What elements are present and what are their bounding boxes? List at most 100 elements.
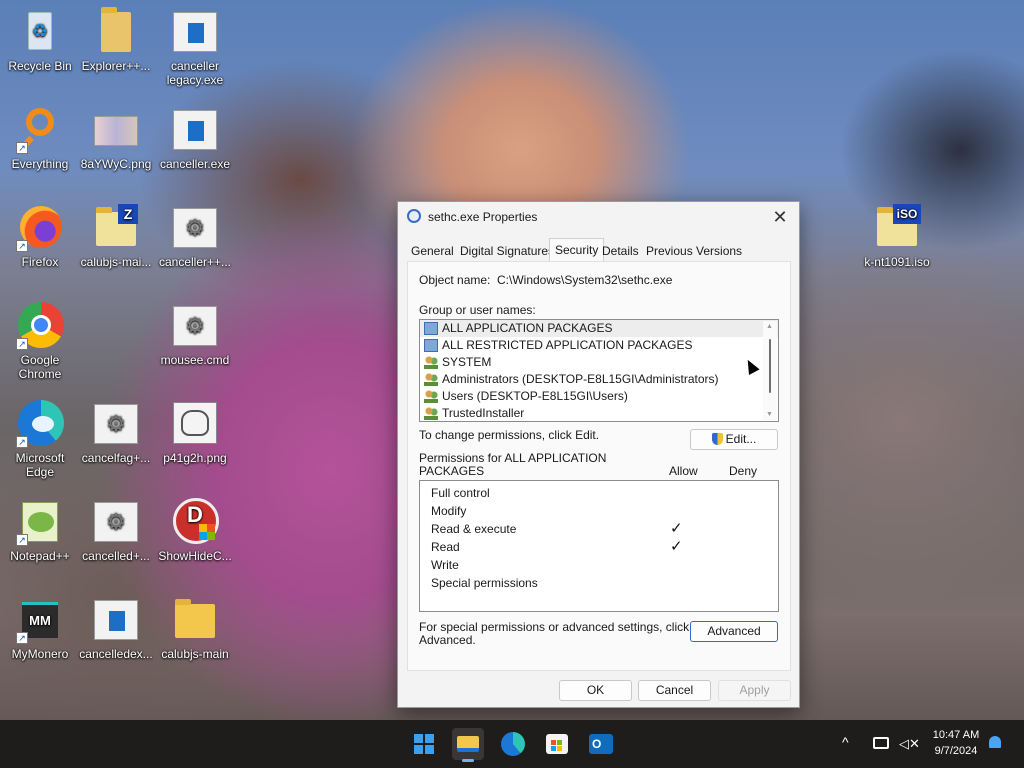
everything-search-icon: ↗ — [16, 106, 64, 154]
desktop-icon-label: Notepad++ — [10, 549, 70, 563]
desktop-icon-mymonero[interactable]: MM ↗ MyMonero — [0, 596, 80, 661]
uac-shield-icon — [711, 433, 723, 445]
volume-muted-icon[interactable]: ◁✕ — [899, 736, 920, 752]
app-icon — [407, 209, 421, 223]
close-button[interactable]: ✕ — [769, 206, 791, 228]
list-item[interactable]: ALL RESTRICTED APPLICATION PACKAGES — [420, 337, 778, 354]
deny-column-header: Deny — [729, 464, 758, 478]
dialog-title: sethc.exe Properties — [428, 210, 538, 224]
zip-folder-icon: Z — [92, 204, 140, 252]
tab-digital-signatures[interactable]: Digital Signatures — [455, 240, 559, 262]
advanced-hint-cont: Advanced. — [419, 633, 476, 647]
desktop-icon-label: p41g2h.png — [163, 451, 227, 465]
show-hidden-icons-chevron[interactable]: ^ — [842, 734, 849, 750]
desktop-icon-label: cancelledex... — [79, 647, 153, 661]
recycle-bin-icon: ♻ — [16, 8, 64, 56]
notification-bell-icon[interactable] — [989, 736, 1001, 748]
list-item[interactable]: SYSTEM — [420, 354, 778, 371]
desktop-icon-calubjs-zip[interactable]: Z calubjs-mai... — [76, 204, 156, 269]
scroll-up-icon[interactable]: ▲ — [766, 323, 773, 330]
edge-icon — [501, 732, 525, 756]
taskbar-file-explorer[interactable] — [452, 728, 484, 762]
security-panel: Object name: C:\Windows\System32\sethc.e… — [407, 261, 791, 671]
shortcut-arrow-icon: ↗ — [16, 534, 28, 546]
mymonero-icon: MM ↗ — [16, 596, 64, 644]
tab-general[interactable]: General — [406, 240, 459, 262]
advanced-hint: For special permissions or advanced sett… — [419, 620, 690, 634]
scroll-down-icon[interactable]: ▼ — [766, 411, 773, 418]
apply-button[interactable]: Apply — [718, 680, 791, 701]
file-explorer-icon — [457, 736, 479, 752]
chrome-icon: ↗ — [16, 302, 64, 350]
desktop-icon-cancelled[interactable]: ⚙ cancelled+... — [76, 498, 156, 563]
firefox-icon: ↗ — [16, 204, 64, 252]
desktop-icon-mousee-cmd[interactable]: ⚙ mousee.cmd — [155, 302, 235, 367]
desktop-icon-label: k-nt1091.iso — [864, 255, 930, 269]
network-icon[interactable] — [873, 737, 889, 749]
desktop-icon-firefox[interactable]: ↗ Firefox — [0, 204, 80, 269]
gear-file-icon: ⚙ — [92, 400, 140, 448]
shortcut-arrow-icon: ↗ — [16, 338, 28, 350]
permission-row: Read & execute ✓ — [431, 520, 683, 537]
list-item[interactable]: ALL APPLICATION PACKAGES — [420, 320, 778, 337]
permissions-header-cont: PACKAGES — [419, 464, 485, 478]
iso-file-icon: iSO — [873, 204, 921, 252]
desktop-icon-explorerpp[interactable]: Explorer++... — [76, 7, 156, 73]
desktop-icon-showhidec[interactable]: D ShowHideC... — [155, 498, 235, 563]
image-file-icon — [171, 400, 219, 448]
desktop-icon-label: mousee.cmd — [160, 353, 230, 367]
group-user-list[interactable]: ALL APPLICATION PACKAGES ALL RESTRICTED … — [419, 319, 779, 422]
desktop-icon-p41g2h[interactable]: p41g2h.png — [155, 400, 235, 465]
desktop-icon-label: cancelled+... — [82, 549, 150, 563]
tab-previous-versions[interactable]: Previous Versions — [641, 240, 747, 262]
permission-row: Modify — [431, 504, 467, 518]
desktop-icon-label: canceller legacy.exe — [166, 59, 224, 87]
list-item[interactable]: Users (DESKTOP-E8L15GI\Users) — [420, 388, 778, 405]
desktop-icon-cancellerpp[interactable]: ⚙ canceller++... — [155, 204, 235, 269]
desktop-icon-label: calubjs-mai... — [80, 255, 152, 269]
ok-button[interactable]: OK — [559, 680, 632, 701]
desktop-icon-8aywyc[interactable]: 8aYWyC.png — [76, 106, 156, 171]
desktop-icon-canceller[interactable]: canceller.exe — [155, 106, 235, 171]
taskbar-store[interactable] — [541, 728, 573, 760]
permissions-list: Full control Modify Read & execute ✓ Read… — [419, 480, 779, 612]
desktop-icon-k-nt1091-iso[interactable]: iSO k-nt1091.iso — [857, 204, 937, 269]
gear-file-icon: ⚙ — [171, 302, 219, 350]
cancel-button[interactable]: Cancel — [638, 680, 711, 701]
list-item[interactable]: Administrators (DESKTOP-E8L15GI\Administ… — [420, 371, 778, 388]
exe-file-icon — [92, 596, 140, 644]
desktop-icon-cancelledex[interactable]: cancelledex... — [76, 596, 156, 661]
list-scrollbar[interactable]: ▲ ▼ — [763, 321, 777, 420]
tab-details[interactable]: Details — [597, 240, 644, 262]
exe-file-icon — [171, 8, 219, 56]
advanced-button[interactable]: Advanced — [690, 621, 778, 642]
taskbar-edge[interactable] — [497, 728, 529, 760]
desktop-icon-chrome[interactable]: ↗ Google Chrome — [0, 302, 80, 381]
object-name-label: Object name: — [419, 273, 491, 287]
showhide-icon: D — [171, 498, 219, 546]
clock-time[interactable]: 10:47 AM — [925, 729, 987, 741]
dialog-title-bar[interactable]: sethc.exe Properties ✕ — [398, 202, 799, 232]
image-file-icon — [92, 106, 140, 154]
desktop-icon-label: Recycle Bin — [8, 59, 72, 73]
desktop-icon-cancelfag[interactable]: ⚙ cancelfag+... — [76, 400, 156, 465]
scroll-thumb[interactable] — [769, 339, 771, 393]
gear-file-icon: ⚙ — [171, 204, 219, 252]
start-button[interactable] — [408, 728, 440, 760]
edit-button[interactable]: Edit... — [690, 429, 778, 450]
desktop-icon-edge[interactable]: ↗ Microsoft Edge — [0, 400, 80, 479]
desktop-icon-recycle-bin[interactable]: ♻ Recycle Bin — [0, 8, 80, 73]
list-item[interactable]: TrustedInstaller — [420, 405, 778, 421]
desktop-icon-label: Microsoft Edge — [15, 451, 65, 479]
permission-row: Write — [431, 558, 459, 572]
desktop-icon-calubjs-main[interactable]: calubjs-main — [155, 596, 235, 661]
desktop-icon-notepadpp[interactable]: ↗ Notepad++ — [0, 498, 80, 563]
desktop-icon-everything[interactable]: ↗ Everything — [0, 106, 80, 171]
desktop-icon-canceller-legacy[interactable]: canceller legacy.exe — [155, 8, 235, 87]
taskbar-outlook[interactable]: O — [585, 728, 617, 760]
edge-icon: ↗ — [16, 400, 64, 448]
desktop-icon-label: 8aYWyC.png — [80, 157, 152, 171]
users-group-icon — [424, 407, 438, 420]
notepadpp-icon: ↗ — [16, 498, 64, 546]
clock-date[interactable]: 9/7/2024 — [925, 745, 987, 757]
